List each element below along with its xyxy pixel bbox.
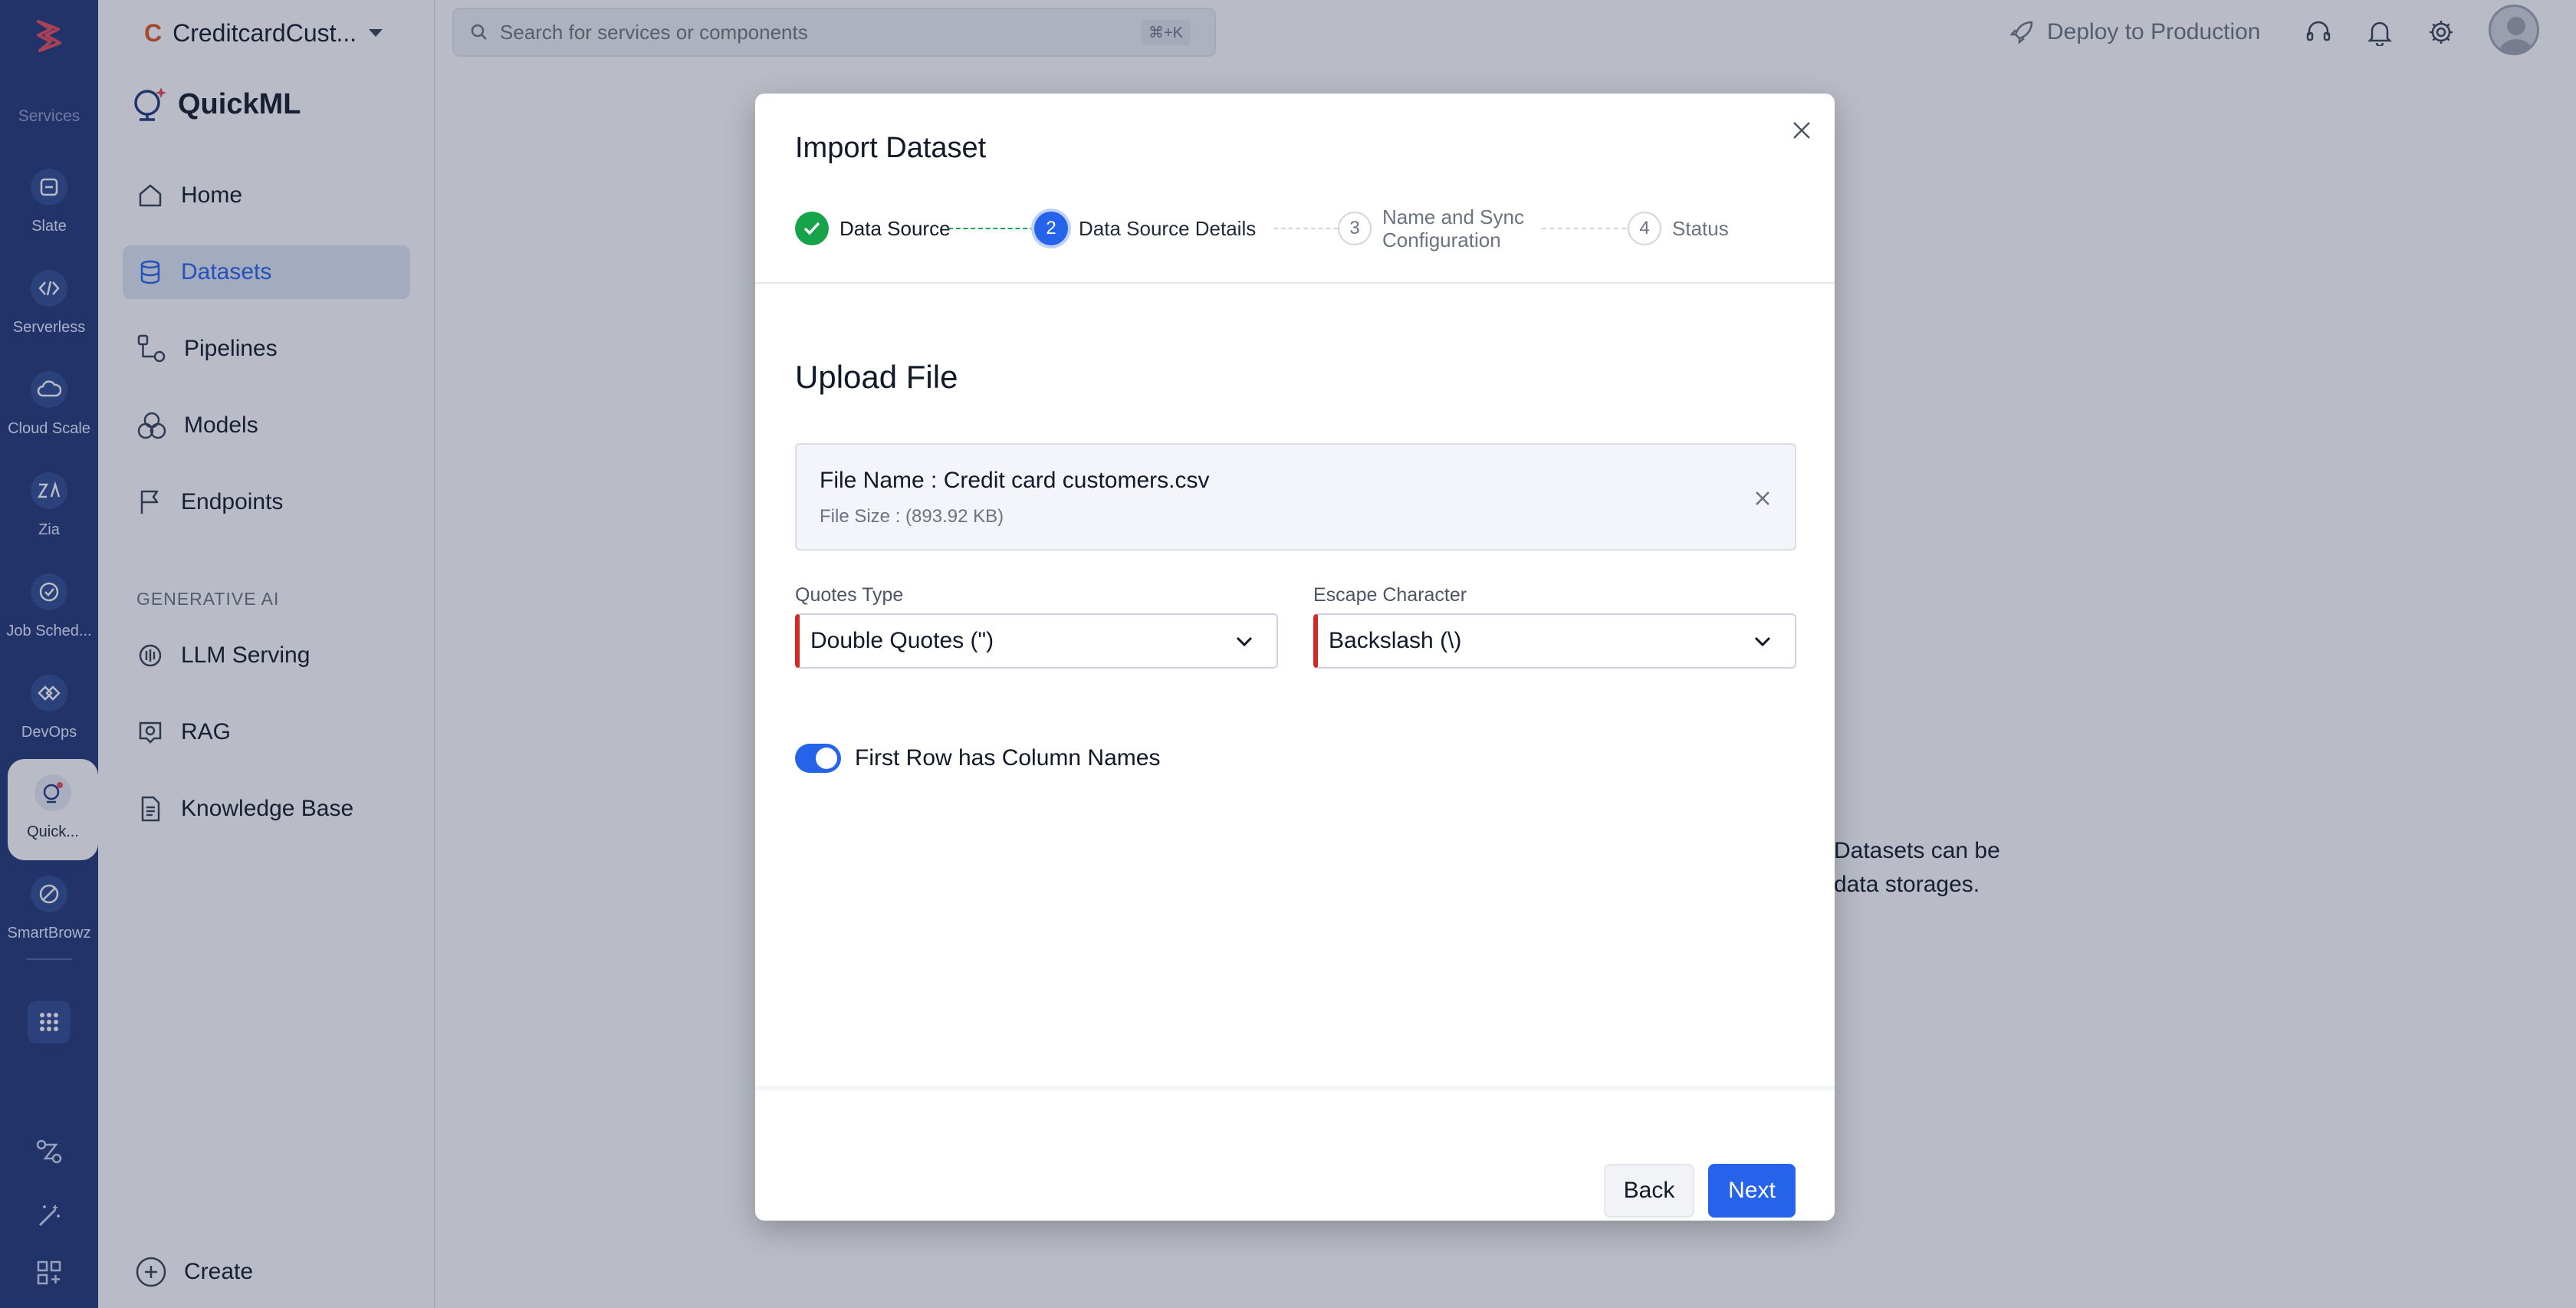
step-data-source: Data Source xyxy=(795,209,951,248)
modal-footer: Back Next xyxy=(755,1086,1835,1221)
step-number: 3 xyxy=(1338,212,1372,245)
toggle-label: First Row has Column Names xyxy=(855,745,1161,771)
upload-file-heading: Upload File xyxy=(795,359,958,395)
step-label: Status xyxy=(1672,217,1729,240)
modal-title: Import Dataset xyxy=(795,132,987,164)
quotes-type-select[interactable]: Double Quotes (") xyxy=(795,613,1278,669)
import-dataset-modal: Import Dataset Data Source 2 Data Source… xyxy=(755,94,1835,1221)
step-number: 4 xyxy=(1628,212,1661,245)
close-icon[interactable] xyxy=(1786,115,1817,146)
wizard-stepper: Data Source 2 Data Source Details 3 Name… xyxy=(795,205,1792,270)
file-size: File Size : (893.92 KB) xyxy=(820,506,1004,527)
toggle-knob xyxy=(816,748,837,769)
remove-file-icon[interactable] xyxy=(1747,483,1778,514)
step-name-and-sync: 3 Name and Sync Configuration xyxy=(1338,205,1536,251)
escape-character-value: Backslash (\) xyxy=(1329,628,1462,653)
step-connector xyxy=(1273,228,1346,229)
next-button[interactable]: Next xyxy=(1708,1164,1796,1218)
escape-character-select[interactable]: Backslash (\) xyxy=(1313,613,1796,669)
step-label: Name and Sync Configuration xyxy=(1382,205,1524,251)
escape-character-label: Escape Character xyxy=(1313,584,1467,606)
step-number: 2 xyxy=(1034,212,1068,245)
step-data-source-details: 2 Data Source Details xyxy=(1034,209,1256,248)
chevron-down-icon xyxy=(1747,626,1778,656)
chevron-down-icon xyxy=(1229,626,1260,656)
step-label: Data Source Details xyxy=(1079,217,1257,240)
quotes-type-label: Quotes Type xyxy=(795,584,904,606)
step-connector xyxy=(1542,228,1626,229)
file-name: File Name : Credit card customers.csv xyxy=(820,468,1210,493)
first-row-column-names-toggle[interactable] xyxy=(795,744,841,773)
step-status: 4 Status xyxy=(1628,209,1729,248)
uploaded-file-card: File Name : Credit card customers.csv Fi… xyxy=(795,443,1796,550)
first-row-column-names-row: First Row has Column Names xyxy=(795,744,1160,773)
modal-divider xyxy=(755,282,1835,284)
back-button[interactable]: Back xyxy=(1604,1164,1694,1218)
quotes-type-value: Double Quotes (") xyxy=(810,628,994,653)
step-label: Data Source xyxy=(840,217,951,240)
check-icon xyxy=(795,212,829,245)
